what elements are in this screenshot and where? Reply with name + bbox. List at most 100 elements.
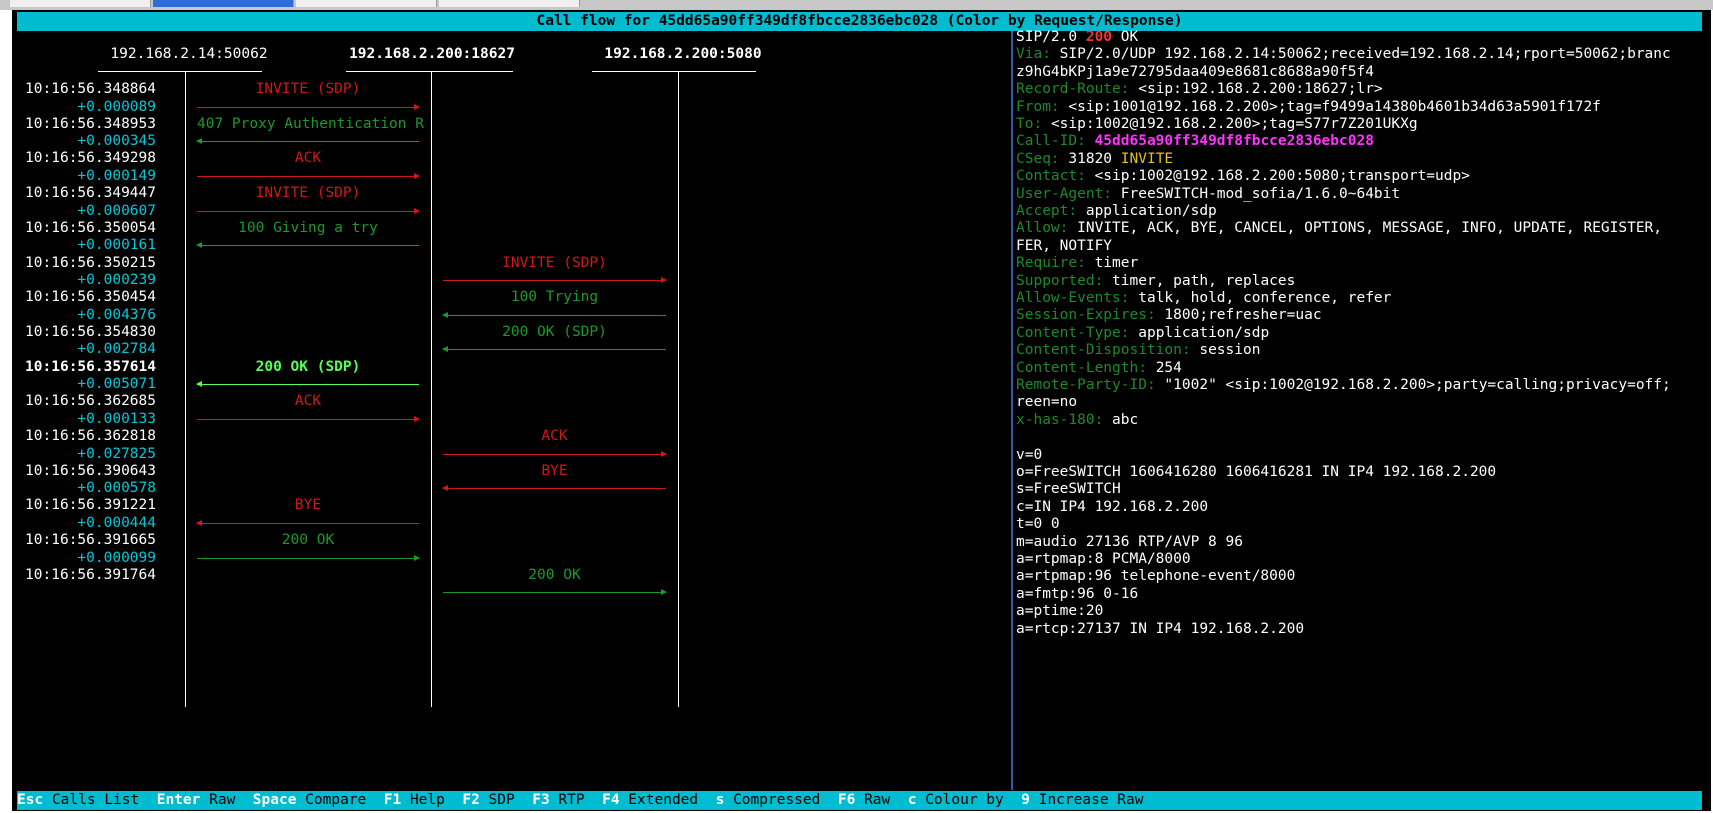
flow-delta: +0.004376 bbox=[77, 306, 156, 323]
flow-arrow[interactable] bbox=[197, 384, 419, 386]
shortcut-colour-by[interactable]: c Colour by bbox=[908, 792, 1004, 808]
flow-arrow[interactable] bbox=[197, 557, 419, 559]
flow-timestamp[interactable]: 10:16:56.391764 bbox=[0, 566, 156, 585]
sip-header-line: t=0 0 bbox=[1016, 515, 1060, 534]
flow-message-label[interactable]: BYE bbox=[197, 496, 419, 515]
flow-delta: +0.000099 bbox=[77, 549, 156, 566]
flow-message-label[interactable]: INVITE (SDP) bbox=[443, 254, 666, 273]
shortcut-compare[interactable]: Space Compare bbox=[253, 792, 367, 808]
arrow-head-right-icon bbox=[414, 172, 420, 179]
call-flow-pane[interactable]: 192.168.2.14:50062 192.168.2.200:18627 192… bbox=[17, 31, 1010, 790]
shortcut-sdp[interactable]: F2 SDP bbox=[462, 792, 514, 808]
flow-message-label[interactable]: ACK bbox=[197, 392, 419, 411]
shortcut-action: Increase Raw bbox=[1038, 792, 1144, 808]
flow-timestamp[interactable]: 10:16:56.362818 bbox=[0, 427, 156, 446]
flow-timestamp[interactable]: 10:16:56.348864 bbox=[0, 80, 156, 99]
sip-header-value: <sip:192.168.2.200:18627;lr> bbox=[1138, 81, 1383, 98]
flow-timestamp[interactable]: 10:16:56.362685 bbox=[0, 392, 156, 411]
shortcut-raw[interactable]: Enter Raw bbox=[157, 792, 236, 808]
arrow-head-left-icon bbox=[196, 242, 202, 249]
sip-header-line: Allow-Events: talk, hold, conference, re… bbox=[1016, 289, 1391, 308]
flow-timestamp[interactable]: 10:16:56.354830 bbox=[0, 323, 156, 342]
shortcut-increase-raw[interactable]: 9 Increase Raw bbox=[1021, 792, 1143, 808]
flow-message-label[interactable]: INVITE (SDP) bbox=[197, 184, 419, 203]
flow-timestamp[interactable]: 10:16:56.391665 bbox=[0, 531, 156, 550]
shortcut-raw[interactable]: F6 Raw bbox=[838, 792, 890, 808]
flow-timestamp[interactable]: 10:16:56.350215 bbox=[0, 254, 156, 273]
flow-timestamp[interactable]: 10:16:56.350454 bbox=[0, 288, 156, 307]
top-tab[interactable] bbox=[296, 0, 437, 7]
flow-arrow[interactable] bbox=[443, 453, 666, 455]
sip-header-line: Session-Expires: 1800;refresher=uac bbox=[1016, 306, 1322, 325]
flow-arrow[interactable] bbox=[197, 522, 419, 524]
sip-header-line: Supported: timer, path, replaces bbox=[1016, 272, 1295, 291]
flow-message-label[interactable]: 200 OK bbox=[197, 531, 419, 550]
sip-header-name: CSeq: bbox=[1016, 150, 1060, 167]
sip-message-pane[interactable]: SIP/2.0 200 OK Via: SIP/2.0/UDP 192.168.2… bbox=[1016, 29, 1702, 790]
sip-header-value: a=fmtp:96 0-16 bbox=[1016, 585, 1139, 602]
flow-timestamp[interactable]: 10:16:56.349298 bbox=[0, 149, 156, 168]
sip-header-value: a=rtpmap:8 PCMA/8000 bbox=[1016, 551, 1191, 567]
shortcut-action: Extended bbox=[628, 792, 699, 808]
sip-cseq-method: INVITE bbox=[1120, 150, 1174, 167]
sip-header-line: Accept: application/sdp bbox=[1016, 202, 1217, 221]
flow-timestamp[interactable]: 10:16:56.349447 bbox=[0, 184, 156, 203]
shortcut-compressed[interactable]: s Compressed bbox=[716, 792, 821, 808]
flow-message-label[interactable]: 100 Trying bbox=[443, 288, 666, 307]
flow-arrow[interactable] bbox=[443, 280, 666, 281]
flow-timestamp[interactable]: 10:16:56.391221 bbox=[0, 496, 156, 515]
flow-arrow[interactable] bbox=[197, 175, 419, 177]
flow-arrow[interactable] bbox=[197, 106, 419, 108]
flow-arrow[interactable] bbox=[197, 245, 419, 247]
shortcut-extended[interactable]: F4 Extended bbox=[602, 792, 698, 808]
flow-arrow[interactable] bbox=[443, 488, 666, 490]
flow-message-label[interactable]: 200 OK bbox=[443, 566, 666, 585]
pane-divider[interactable] bbox=[1011, 31, 1013, 790]
flow-message-label[interactable]: INVITE (SDP) bbox=[197, 80, 419, 99]
flow-message-label[interactable]: 200 OK (SDP) bbox=[197, 358, 419, 377]
sip-header-line: From: <sip:1001@192.168.2.200>;tag=f9499… bbox=[1016, 98, 1601, 117]
host-label: 192.168.2.200:18627 bbox=[349, 46, 515, 62]
flow-timestamp[interactable]: 10:16:56.348953 bbox=[0, 115, 156, 134]
shortcut-help[interactable]: F1 Help bbox=[384, 792, 445, 808]
sip-header-line: Contact: <sip:1002@192.168.2.200:5080;tr… bbox=[1016, 167, 1470, 186]
top-tab[interactable] bbox=[439, 0, 580, 7]
flow-arrow[interactable] bbox=[443, 592, 666, 594]
flow-message-label[interactable]: BYE bbox=[443, 462, 666, 481]
flow-delta: +0.000161 bbox=[77, 237, 156, 254]
shortcut-key: c bbox=[907, 792, 917, 808]
shortcut-key: 9 bbox=[1021, 792, 1030, 808]
shortcut-key: F2 bbox=[462, 792, 480, 808]
top-tab-active[interactable] bbox=[153, 0, 294, 7]
sip-header-line: Allow: INVITE, ACK, BYE, CANCEL, OPTIONS… bbox=[1016, 219, 1662, 238]
sip-header-value: m=audio 27136 RTP/AVP 8 96 bbox=[1016, 533, 1243, 550]
top-tab[interactable] bbox=[10, 0, 151, 7]
flow-arrow[interactable] bbox=[443, 314, 666, 316]
flow-message-label[interactable]: ACK bbox=[443, 427, 666, 446]
flow-arrow[interactable] bbox=[197, 141, 419, 143]
shortcut-key: F4 bbox=[602, 792, 620, 808]
sip-header-name: Content-Length: bbox=[1016, 359, 1147, 376]
sip-header-line: m=audio 27136 RTP/AVP 8 96 bbox=[1016, 533, 1243, 552]
sip-header-line: Content-Length: 254 bbox=[1016, 359, 1182, 378]
flow-timestamp[interactable]: 10:16:56.357614 bbox=[0, 358, 156, 377]
shortcut-key: F1 bbox=[383, 792, 402, 808]
host-lifeline bbox=[431, 71, 432, 707]
arrow-head-right-icon bbox=[414, 207, 420, 214]
flow-message-label[interactable]: 407 Proxy Authentication R bbox=[197, 115, 424, 134]
flow-message-label[interactable]: 200 OK (SDP) bbox=[443, 323, 666, 342]
sip-header-name: Allow: bbox=[1016, 220, 1069, 237]
flow-message-label[interactable]: ACK bbox=[197, 149, 419, 168]
flow-arrow[interactable] bbox=[443, 349, 666, 351]
flow-arrow[interactable] bbox=[197, 210, 419, 212]
shortcut-calls-list[interactable]: Esc Calls List bbox=[17, 792, 139, 808]
flow-message-label[interactable]: 100 Giving a try bbox=[197, 219, 419, 238]
arrow-head-left-icon bbox=[442, 485, 448, 492]
arrow-head-right-icon bbox=[661, 450, 667, 457]
flow-timestamp[interactable]: 10:16:56.350054 bbox=[0, 219, 156, 238]
shortcut-rtp[interactable]: F3 RTP bbox=[532, 792, 584, 808]
flow-timestamp[interactable]: 10:16:56.390643 bbox=[0, 462, 156, 481]
sip-header-value: "1002" <sip:1002@192.168.2.200>;party=ca… bbox=[1164, 377, 1671, 393]
flow-arrow[interactable] bbox=[197, 418, 419, 420]
host-underline bbox=[346, 71, 513, 72]
